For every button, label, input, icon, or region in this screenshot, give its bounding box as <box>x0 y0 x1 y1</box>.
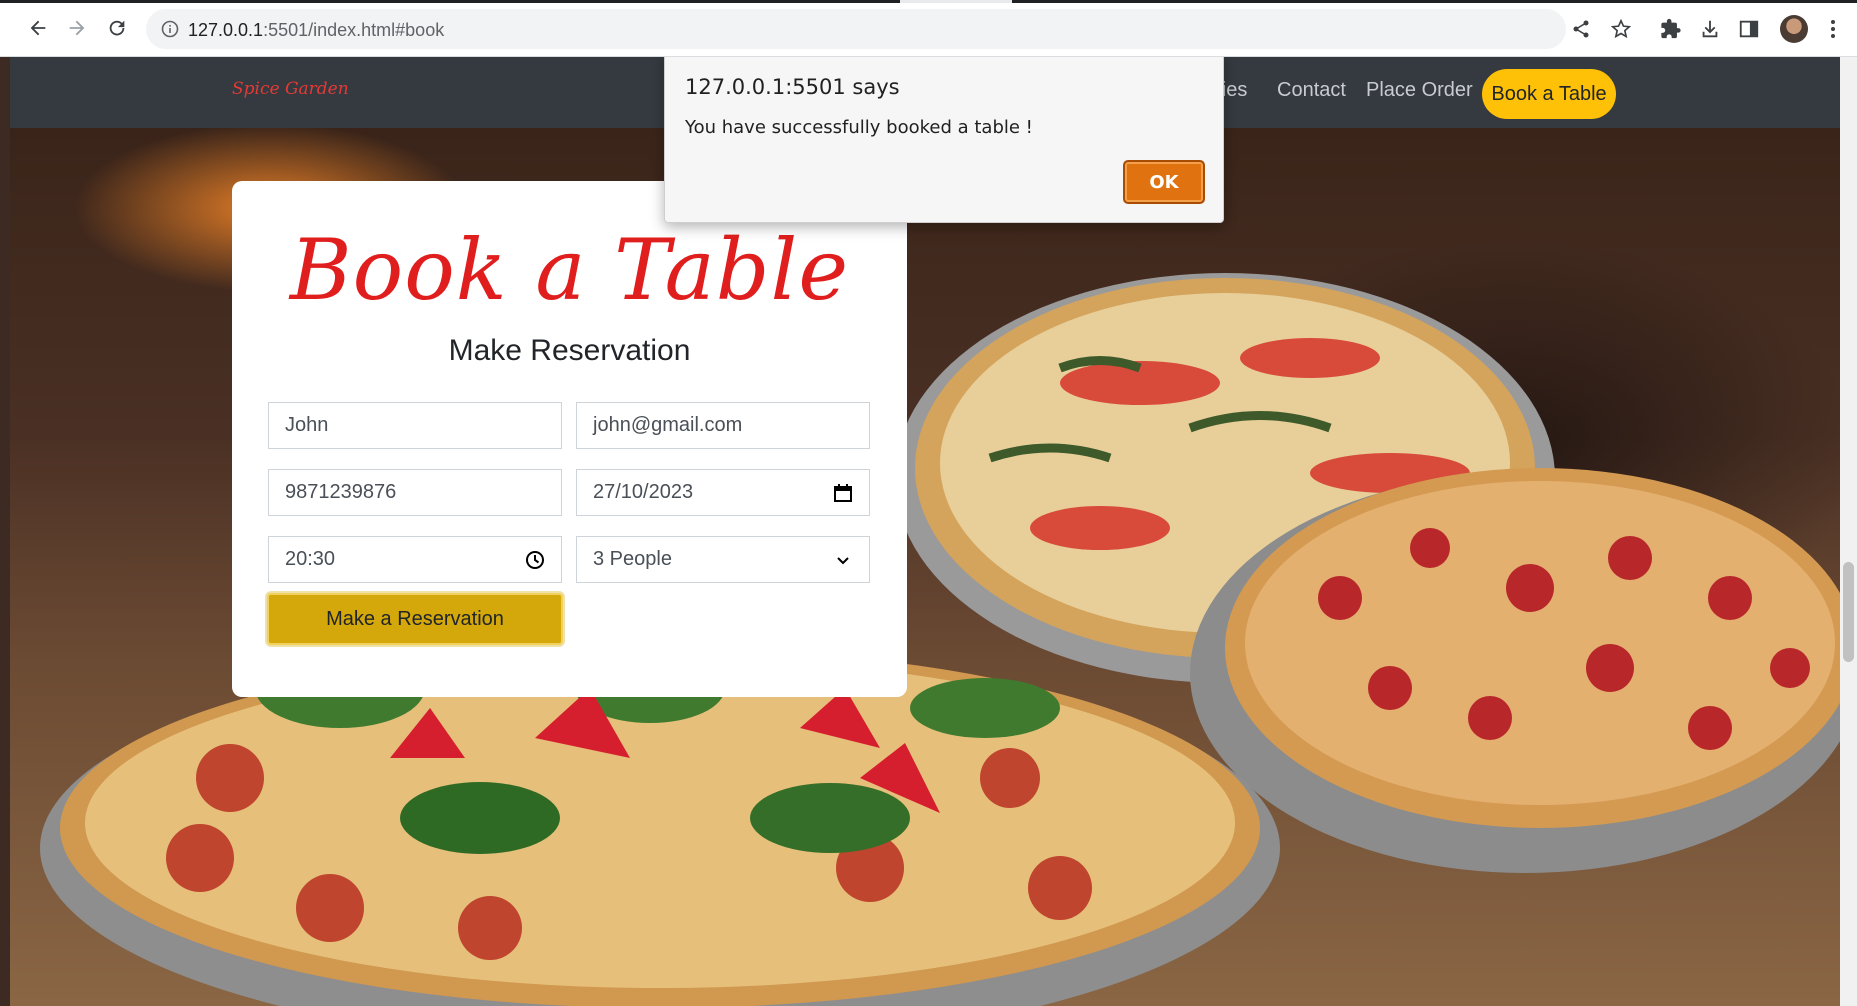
tab-strip <box>0 0 1857 3</box>
download-icon[interactable] <box>1697 16 1723 42</box>
phone-input-value: 9871239876 <box>285 481 397 503</box>
scrollbar-thumb[interactable] <box>1843 562 1854 662</box>
phone-input[interactable]: 9871239876 <box>268 469 562 516</box>
alert-title: 127.0.0.1:5501 says <box>685 75 900 99</box>
alert-dialog: 127.0.0.1:5501 says You have successfull… <box>664 57 1224 223</box>
time-input-value: 20:30 <box>285 548 336 570</box>
make-reservation-subheading: Make Reservation <box>448 334 691 367</box>
calendar-icon[interactable] <box>833 483 853 503</box>
page-scrollbar[interactable] <box>1840 57 1857 1006</box>
reload-icon[interactable] <box>103 14 131 42</box>
people-select[interactable]: 3 People <box>576 536 870 583</box>
time-input[interactable]: 20:30 <box>268 536 562 583</box>
bookmark-star-icon[interactable] <box>1608 16 1634 42</box>
browser-toolbar: 127.0.0.1:5501/index.html#book <box>0 0 1857 57</box>
profile-avatar[interactable] <box>1780 15 1808 43</box>
name-input[interactable]: John <box>268 402 562 449</box>
nav-link-place-order[interactable]: Place Order <box>1366 79 1473 102</box>
name-input-value: John <box>285 414 329 436</box>
alert-ok-button[interactable]: OK <box>1123 160 1205 204</box>
forward-icon[interactable] <box>63 14 91 42</box>
extensions-icon[interactable] <box>1658 16 1684 42</box>
email-input-value: john@gmail.com <box>593 414 743 436</box>
tab-shadow-left <box>0 0 900 3</box>
url-path: :5501/index.html#book <box>263 20 445 40</box>
address-bar[interactable]: 127.0.0.1:5501/index.html#book <box>146 9 1566 49</box>
reservation-card: Book a Table Make Reservation John john@… <box>232 181 907 697</box>
url-host: 127.0.0.1 <box>188 20 264 40</box>
tab-shadow-right <box>1012 0 1857 3</box>
chevron-down-icon <box>833 550 853 570</box>
nav-link-contact[interactable]: Contact <box>1277 79 1346 102</box>
date-input-value: 27/10/2023 <box>593 481 694 503</box>
clock-icon[interactable] <box>525 550 545 570</box>
share-icon[interactable] <box>1568 16 1594 42</box>
date-input[interactable]: 27/10/2023 <box>576 469 870 516</box>
brand-logo[interactable]: Spice Garden <box>232 79 349 99</box>
side-panel-icon[interactable] <box>1736 16 1762 42</box>
book-table-heading: Book a Table <box>289 221 850 319</box>
desktop-edge <box>0 57 10 1006</box>
url-text: 127.0.0.1:5501/index.html#book <box>188 20 444 41</box>
site-info-icon[interactable] <box>160 19 180 39</box>
book-table-nav-button[interactable]: Book a Table <box>1482 69 1616 119</box>
menu-kebab-icon[interactable] <box>1820 16 1846 42</box>
people-select-value: 3 People <box>593 548 672 570</box>
back-icon[interactable] <box>24 14 52 42</box>
email-input[interactable]: john@gmail.com <box>576 402 870 449</box>
make-reservation-button[interactable]: Make a Reservation <box>267 593 563 645</box>
page-viewport: Spice Garden ories Contact Place Order B… <box>10 57 1840 1006</box>
alert-message: You have successfully booked a table ! <box>685 117 1033 138</box>
